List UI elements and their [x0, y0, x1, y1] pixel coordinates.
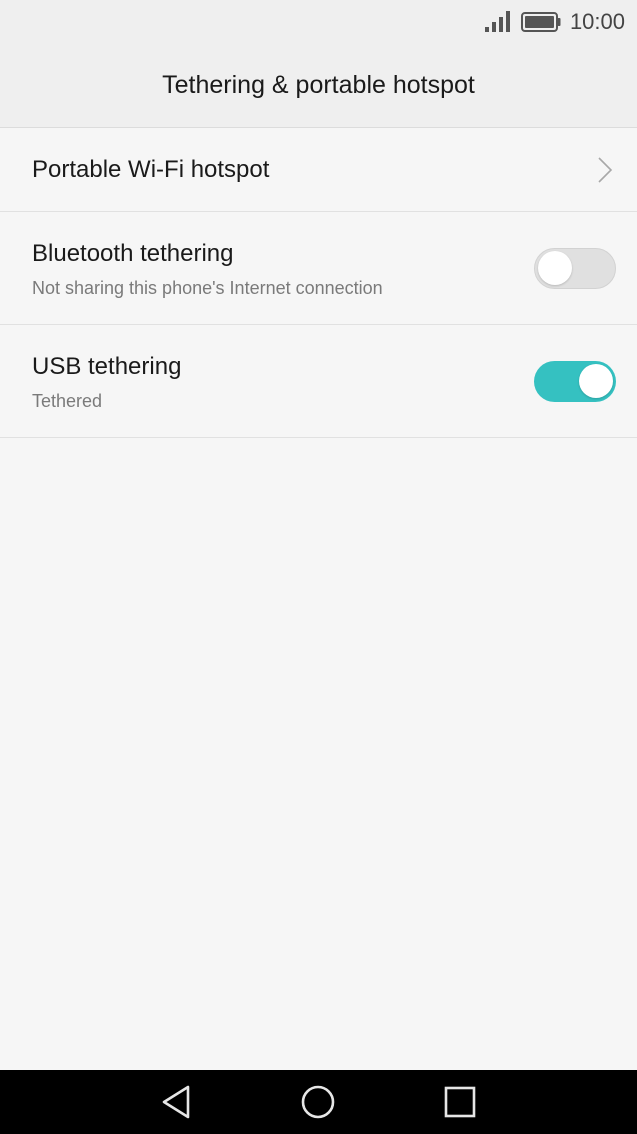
signal-icon: [485, 11, 510, 32]
settings-list: Portable Wi-Fi hotspot Bluetooth tetheri…: [0, 128, 637, 438]
back-icon[interactable]: [157, 1082, 197, 1122]
bluetooth-tethering-item[interactable]: Bluetooth tethering Not sharing this pho…: [0, 212, 637, 325]
status-bar: 10:00: [0, 0, 637, 44]
navigation-bar: [0, 1070, 637, 1134]
portable-wifi-hotspot-title: Portable Wi-Fi hotspot: [32, 156, 270, 183]
page-title: Tethering & portable hotspot: [162, 71, 475, 99]
battery-icon: [521, 12, 561, 32]
chevron-right-icon: [598, 157, 613, 183]
bluetooth-tethering-title: Bluetooth tethering: [32, 240, 234, 267]
usb-tethering-status: Tethered: [32, 391, 103, 411]
recent-apps-icon[interactable]: [440, 1082, 480, 1122]
usb-tethering-title: USB tethering: [32, 353, 182, 380]
app-header: Tethering & portable hotspot: [0, 44, 637, 128]
usb-tethering-item[interactable]: USB tethering Tethered: [0, 325, 637, 438]
portable-wifi-hotspot-item[interactable]: Portable Wi-Fi hotspot: [0, 128, 637, 212]
bluetooth-tethering-status: Not sharing this phone's Internet connec…: [32, 278, 383, 298]
screen: 10:00 Tethering & portable hotspot Porta…: [0, 0, 637, 1134]
status-time: 10:00: [569, 9, 625, 34]
bluetooth-tethering-toggle[interactable]: [534, 248, 616, 289]
toggle-knob: [538, 251, 572, 285]
toggle-knob: [579, 364, 613, 398]
home-icon[interactable]: [298, 1082, 338, 1122]
usb-tethering-toggle[interactable]: [534, 361, 616, 402]
